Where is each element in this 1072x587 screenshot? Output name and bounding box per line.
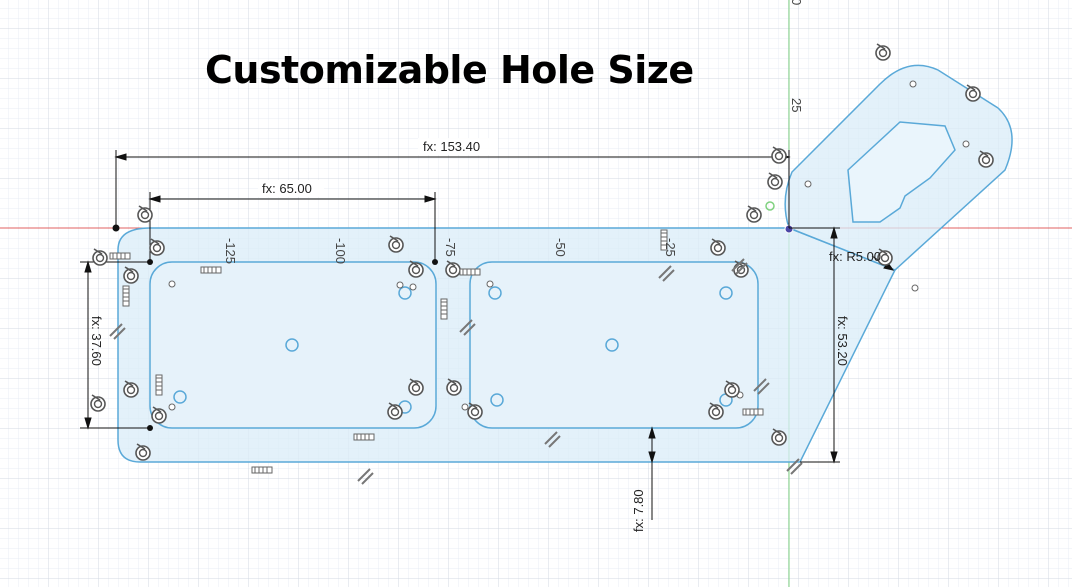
sketch-canvas[interactable]: -125 -100 -75 -50 -25 25 0 fx: 153.40 fx… — [0, 0, 1072, 587]
tick-label: -50 — [553, 238, 568, 257]
tick-label: 25 — [789, 98, 804, 112]
tick-label: -75 — [443, 238, 458, 257]
tick-label: -125 — [223, 238, 238, 264]
dimension-bottom-margin[interactable]: fx: 7.80 — [631, 489, 646, 532]
banner-title: Customizable Hole Size — [205, 48, 694, 92]
dimension-slot-height[interactable]: fx: 37.60 — [89, 316, 104, 366]
tick-label: -25 — [663, 238, 678, 257]
tick-label: -100 — [333, 238, 348, 264]
dimension-overall-height[interactable]: fx: 53.20 — [835, 316, 850, 366]
dimension-fillet-radius[interactable]: fx: R5.00 — [829, 249, 881, 264]
tick-label: 0 — [789, 0, 804, 5]
dimension-overall-width[interactable]: fx: 153.40 — [423, 139, 480, 154]
dimension-slot-width[interactable]: fx: 65.00 — [262, 181, 312, 196]
